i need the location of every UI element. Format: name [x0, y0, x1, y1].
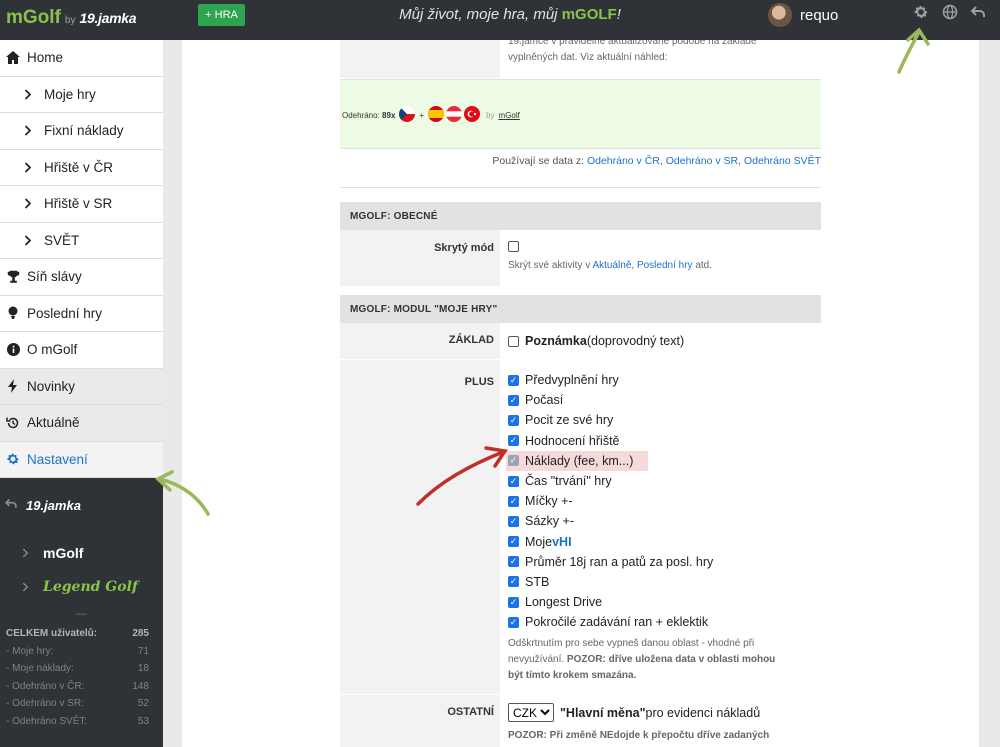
sidebar-separator: — — [76, 608, 87, 620]
sidebar-item-nastaveni[interactable]: Nastavení — [0, 441, 163, 478]
link-posledni-hry[interactable]: Poslední hry — [637, 260, 693, 271]
hidden-mode-note: Skrýt své aktivity v Aktuálně, Poslední … — [508, 260, 713, 271]
link-odehrano-svet[interactable]: Odehráno SVĚT — [744, 155, 821, 167]
checkbox-stb[interactable]: ✓ STB — [508, 572, 821, 592]
checkbox-predvyplneni-hry[interactable]: ✓ Předvyplnění hry — [508, 370, 821, 390]
flag-tr-icon — [464, 106, 481, 124]
flag-at-icon — [446, 106, 463, 124]
top-bar: mGolf by 19.jamka + HRA Můj život, moje hr… — [0, 0, 1000, 40]
checkbox-hodnoceni-hriste[interactable]: ✓ Hodnocení hřiště — [508, 431, 821, 451]
settings-content: 19.jamce v pravidelně aktualizované podo… — [182, 40, 979, 747]
preview-mgolf-link[interactable]: mGolf — [499, 111, 520, 120]
sidebar-menu: Home Moje hry Fixní náklady Hřiště v ČR … — [0, 40, 163, 478]
section-header-general: MGOLF: OBECNÉ — [340, 202, 821, 230]
sidebar-item-fixni-naklady[interactable]: Fixní náklady — [0, 113, 163, 150]
checkbox-pocasi[interactable]: ✓ Počasí — [508, 390, 821, 410]
sidebar-item-sin-slavy[interactable]: Síň slávy — [0, 259, 163, 296]
partner-legend-golf-link[interactable]: Legend Golf — [0, 570, 163, 604]
link-odehrano-sr[interactable]: Odehráno v SR — [666, 155, 738, 167]
gear-icon[interactable] — [912, 4, 930, 22]
link-aktualne[interactable]: Aktuálně — [592, 260, 631, 271]
sidebar-item-home[interactable]: Home — [0, 40, 163, 77]
checkbox-prumer-18j[interactable]: ✓ Průměr 18j ran a patů za posl. hry — [508, 552, 821, 572]
flag-cz-icon — [399, 106, 416, 124]
zaklad-label: ZÁKLAD — [448, 334, 494, 346]
brand-name: mGolf — [6, 7, 61, 28]
partner-mgolf-logo: mGolf — [43, 545, 84, 561]
preview-banner: Odehráno: 89x + by mGolf — [340, 79, 821, 149]
sidebar-item-hriste-cr[interactable]: Hřiště v ČR — [0, 150, 163, 186]
avatar — [768, 3, 792, 27]
hidden-mode-checkbox[interactable] — [508, 241, 519, 252]
sidebar-item-aktualne[interactable]: Aktuálně — [0, 405, 163, 442]
data-source: Používají se data z: Odehráno v ČR, Odeh… — [340, 150, 821, 188]
home-icon — [5, 51, 21, 65]
checkbox-pokrocile-zadavani[interactable]: ✓ Pokročilé zadávání ran + eklektik — [508, 612, 821, 632]
user-stats: CELKEM uživatelů: 285 - Moje hry: 71 - Moj… — [0, 628, 163, 733]
chevron-right-icon — [22, 235, 34, 246]
chevron-right-icon — [22, 89, 34, 100]
back-icon — [4, 497, 18, 513]
gear-icon — [5, 452, 21, 466]
checkbox-naklady[interactable]: ✓ Náklady (fee, km...) — [506, 450, 648, 471]
golf-ball-icon — [5, 306, 21, 320]
user-profile[interactable]: requo — [768, 3, 838, 27]
stats-row: - Moje hry: 71 — [6, 645, 149, 657]
sidebar-item-hriste-sr[interactable]: Hřiště v SR — [0, 186, 163, 223]
stats-row: - Odehráno v SR: 52 — [6, 698, 149, 709]
stats-row: - Odehráno v ČR: 148 — [6, 680, 149, 692]
checkbox-moje-vhi[interactable]: ✓ Moje vHI — [508, 532, 821, 552]
checkbox-longest-drive[interactable]: ✓ Longest Drive — [508, 592, 821, 612]
currency-select[interactable]: CZK — [508, 703, 554, 722]
globe-icon[interactable] — [941, 4, 959, 22]
checkbox-pocit-ze-hry[interactable]: ✓ Pocit ze své hry — [508, 410, 821, 430]
trophy-icon — [5, 270, 21, 284]
checkbox-poznamka[interactable]: Poznámka (doprovodný text) — [508, 331, 821, 351]
bolt-icon — [5, 379, 21, 394]
new-game-button[interactable]: + HRA — [198, 4, 245, 26]
currency-note: POZOR: Při změně NEdojde k přepočtu dřív… — [508, 730, 770, 741]
motto: Můj život, moje hra, můj mGOLF! — [399, 6, 621, 23]
stats-row: - Odehráno SVĚT: 53 — [6, 715, 149, 727]
info-icon — [5, 343, 21, 357]
checkbox-cas-trvani[interactable]: ✓ Čas "trvání" hry — [508, 471, 821, 491]
brand-logo[interactable]: mGolf by 19.jamka — [6, 7, 137, 29]
sidebar-item-posledni-hry[interactable]: Poslední hry — [0, 296, 163, 332]
stats-row: - Moje náklady: 18 — [6, 663, 149, 674]
preview-note: 19.jamce v pravidelně aktualizované podo… — [508, 40, 757, 63]
flag-es-icon — [428, 106, 445, 124]
chevron-right-icon — [22, 580, 29, 595]
section-header-module: MGOLF: MODUL "MOJE HRY" — [340, 295, 821, 323]
sidebar-item-o-mgolf[interactable]: O mGolf — [0, 332, 163, 369]
link-odehrano-cr[interactable]: Odehráno v ČR — [587, 155, 660, 167]
sidebar: Home Moje hry Fixní náklady Hřiště v ČR … — [0, 40, 163, 747]
stats-row-total: CELKEM uživatelů: 285 — [6, 628, 149, 639]
ostatni-label: OSTATNÍ — [447, 706, 494, 718]
partner-mgolf-link[interactable]: mGolf — [0, 536, 163, 570]
plus-options: ✓ Předvyplnění hry ✓ Počasí ✓ Pocit ze své … — [500, 360, 821, 694]
chevron-right-icon — [22, 162, 34, 173]
partner-19jamka-link[interactable]: 19.jamka — [0, 488, 163, 522]
plus-label: PLUS — [464, 376, 494, 388]
partner-legend-golf-logo: Legend Golf — [43, 579, 138, 595]
chevron-right-icon — [22, 546, 29, 561]
sidebar-item-novinky[interactable]: Novinky — [0, 368, 163, 405]
partner-19jamka-logo: 19.jamka — [26, 497, 81, 513]
brand-by: by — [64, 15, 76, 26]
partner-links: 19.jamka mGolf Legend Golf — CELKEM uživ… — [0, 478, 163, 733]
history-icon — [5, 416, 21, 430]
chevron-right-icon — [22, 198, 34, 209]
partner-logo: 19.jamka — [79, 10, 137, 26]
hidden-mode-label: Skrytý mód — [434, 242, 494, 254]
checkbox-micky[interactable]: ✓ Míčky +- — [508, 491, 821, 511]
sidebar-item-svet[interactable]: SVĚT — [0, 223, 163, 259]
chevron-right-icon — [22, 125, 34, 136]
username: requo — [800, 6, 839, 24]
checkbox-sazky[interactable]: ✓ Sázky +- — [508, 511, 821, 531]
plus-note: Odškrtnutím pro sebe vypneš danou oblast… — [508, 638, 776, 682]
sidebar-item-moje-hry[interactable]: Moje hry — [0, 77, 163, 113]
back-icon[interactable] — [969, 4, 987, 22]
